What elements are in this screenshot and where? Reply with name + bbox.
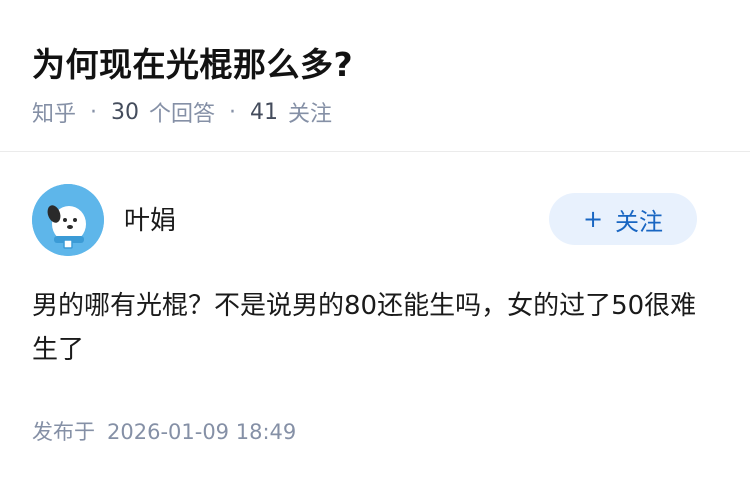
divider (0, 151, 750, 152)
question-header: 为何现在光棍那么多? 知乎 · 30 个回答 · 41 关注 (0, 0, 750, 152)
separator-dot: · (90, 99, 98, 125)
plus-icon: + (582, 205, 604, 233)
avatar-dog-icon (32, 184, 104, 256)
question-title[interactable]: 为何现在光棍那么多? (32, 38, 353, 86)
follow-button[interactable]: + 关注 (549, 193, 697, 245)
separator-dot: · (229, 99, 237, 125)
publish-label: 发布于 (32, 420, 95, 444)
publish-info: 发布于 2026-01-09 18:49 (32, 416, 296, 446)
avatar[interactable] (32, 184, 104, 256)
answer-count: 30 (111, 99, 140, 125)
answer-content[interactable]: 男的哪有光棍？不是说男的80还能生吗，女的过了50很难生了 (32, 284, 722, 372)
publish-time: 2026-01-09 18:49 (107, 420, 297, 444)
follower-count: 41 (250, 99, 279, 125)
author-name[interactable]: 叶娟 (124, 200, 176, 237)
question-meta: 知乎 · 30 个回答 · 41 关注 (32, 96, 332, 128)
answer-author-row: 叶娟 + 关注 (0, 180, 750, 260)
answer-count-label[interactable]: 个回答 (149, 96, 215, 128)
source-label[interactable]: 知乎 (32, 96, 76, 128)
follower-count-label[interactable]: 关注 (288, 96, 332, 128)
follow-button-label: 关注 (615, 207, 664, 236)
